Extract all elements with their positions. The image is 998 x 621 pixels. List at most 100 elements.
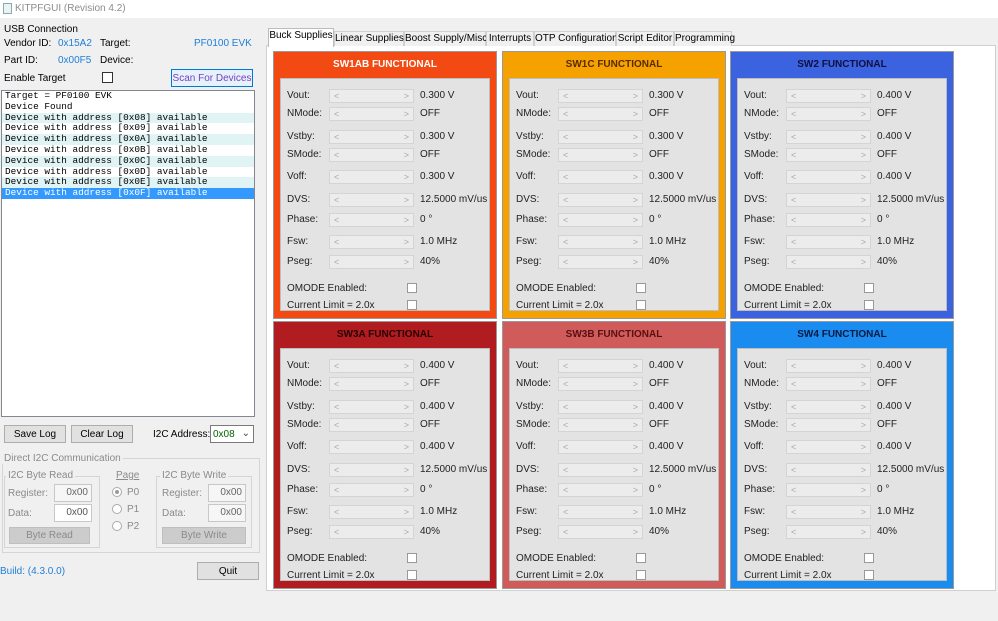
chevron-right-icon[interactable]: >: [861, 131, 866, 143]
chevron-right-icon[interactable]: >: [861, 441, 866, 453]
chevron-left-icon[interactable]: <: [563, 236, 568, 248]
chevron-left-icon[interactable]: <: [563, 464, 568, 476]
nmode-slider[interactable]: < >: [329, 377, 414, 391]
page-p0-radio[interactable]: [112, 487, 122, 497]
voff-slider[interactable]: < >: [329, 440, 414, 454]
nmode-slider[interactable]: < >: [329, 107, 414, 121]
chevron-left-icon[interactable]: <: [791, 131, 796, 143]
chevron-right-icon[interactable]: >: [404, 419, 409, 431]
chevron-right-icon[interactable]: >: [404, 378, 409, 390]
chevron-left-icon[interactable]: <: [563, 401, 568, 413]
chevron-right-icon[interactable]: >: [404, 526, 409, 538]
chevron-left-icon[interactable]: <: [563, 108, 568, 120]
chevron-right-icon[interactable]: >: [633, 194, 638, 206]
byte-read-button[interactable]: Byte Read: [9, 527, 90, 544]
chevron-left-icon[interactable]: <: [334, 171, 339, 183]
fsw-slider[interactable]: < >: [558, 235, 643, 249]
log-line[interactable]: Device with address [0x0C] available: [2, 155, 254, 167]
chevron-left-icon[interactable]: <: [791, 441, 796, 453]
vstby-slider[interactable]: < >: [786, 400, 871, 414]
omode-checkbox[interactable]: [407, 283, 417, 293]
chevron-right-icon[interactable]: >: [633, 256, 638, 268]
chevron-left-icon[interactable]: <: [563, 526, 568, 538]
smode-slider[interactable]: < >: [329, 148, 414, 162]
chevron-right-icon[interactable]: >: [633, 360, 638, 372]
chevron-right-icon[interactable]: >: [404, 441, 409, 453]
chevron-right-icon[interactable]: >: [861, 464, 866, 476]
voff-slider[interactable]: < >: [329, 170, 414, 184]
current-limit-checkbox[interactable]: [636, 570, 646, 580]
tab-buck-supplies[interactable]: Buck Supplies: [268, 28, 334, 47]
chevron-left-icon[interactable]: <: [334, 236, 339, 248]
chevron-right-icon[interactable]: >: [633, 419, 638, 431]
chevron-left-icon[interactable]: <: [334, 378, 339, 390]
chevron-right-icon[interactable]: >: [633, 214, 638, 226]
chevron-left-icon[interactable]: <: [791, 90, 796, 102]
chevron-right-icon[interactable]: >: [861, 90, 866, 102]
chevron-right-icon[interactable]: >: [861, 194, 866, 206]
chevron-left-icon[interactable]: <: [791, 171, 796, 183]
chevron-left-icon[interactable]: <: [563, 214, 568, 226]
chevron-left-icon[interactable]: <: [791, 464, 796, 476]
nmode-slider[interactable]: < >: [786, 377, 871, 391]
chevron-left-icon[interactable]: <: [334, 419, 339, 431]
chevron-left-icon[interactable]: <: [334, 214, 339, 226]
dvs-slider[interactable]: < >: [558, 463, 643, 477]
chevron-right-icon[interactable]: >: [861, 214, 866, 226]
tab-linear-supplies[interactable]: Linear Supplies: [334, 31, 404, 46]
chevron-right-icon[interactable]: >: [861, 378, 866, 390]
chevron-left-icon[interactable]: <: [334, 484, 339, 496]
fsw-slider[interactable]: < >: [558, 505, 643, 519]
chevron-left-icon[interactable]: <: [563, 419, 568, 431]
phase-slider[interactable]: < >: [558, 213, 643, 227]
pseg-slider[interactable]: < >: [558, 525, 643, 539]
chevron-right-icon[interactable]: >: [404, 506, 409, 518]
smode-slider[interactable]: < >: [786, 418, 871, 432]
chevron-left-icon[interactable]: <: [791, 256, 796, 268]
chevron-right-icon[interactable]: >: [633, 506, 638, 518]
byte-write-button[interactable]: Byte Write: [162, 527, 246, 544]
chevron-right-icon[interactable]: >: [404, 484, 409, 496]
enable-target-checkbox[interactable]: [102, 72, 113, 83]
read-data-field[interactable]: 0x00: [54, 504, 92, 522]
clear-log-button[interactable]: Clear Log: [71, 425, 133, 443]
chevron-right-icon[interactable]: >: [404, 108, 409, 120]
voff-slider[interactable]: < >: [786, 170, 871, 184]
chevron-left-icon[interactable]: <: [563, 484, 568, 496]
vout-slider[interactable]: < >: [558, 359, 643, 373]
chevron-right-icon[interactable]: >: [861, 401, 866, 413]
chevron-right-icon[interactable]: >: [861, 419, 866, 431]
chevron-left-icon[interactable]: <: [334, 256, 339, 268]
chevron-left-icon[interactable]: <: [791, 506, 796, 518]
omode-checkbox[interactable]: [864, 283, 874, 293]
read-register-field[interactable]: 0x00: [54, 484, 92, 502]
chevron-left-icon[interactable]: <: [334, 441, 339, 453]
chevron-left-icon[interactable]: <: [334, 464, 339, 476]
chevron-right-icon[interactable]: >: [633, 464, 638, 476]
chevron-left-icon[interactable]: <: [334, 108, 339, 120]
tab-otp-configuration[interactable]: OTP Configuration: [534, 31, 618, 46]
chevron-left-icon[interactable]: <: [563, 256, 568, 268]
vout-slider[interactable]: < >: [329, 89, 414, 103]
chevron-right-icon[interactable]: >: [633, 526, 638, 538]
dvs-slider[interactable]: < >: [329, 463, 414, 477]
chevron-right-icon[interactable]: >: [861, 506, 866, 518]
phase-slider[interactable]: < >: [329, 483, 414, 497]
omode-checkbox[interactable]: [864, 553, 874, 563]
dvs-slider[interactable]: < >: [786, 463, 871, 477]
current-limit-checkbox[interactable]: [407, 300, 417, 310]
current-limit-checkbox[interactable]: [864, 570, 874, 580]
tab-programming[interactable]: Programming: [674, 31, 735, 46]
chevron-right-icon[interactable]: >: [633, 401, 638, 413]
dvs-slider[interactable]: < >: [558, 193, 643, 207]
chevron-left-icon[interactable]: <: [791, 108, 796, 120]
voff-slider[interactable]: < >: [558, 440, 643, 454]
chevron-left-icon[interactable]: <: [334, 131, 339, 143]
omode-checkbox[interactable]: [636, 553, 646, 563]
chevron-right-icon[interactable]: >: [861, 171, 866, 183]
chevron-right-icon[interactable]: >: [404, 194, 409, 206]
chevron-right-icon[interactable]: >: [404, 256, 409, 268]
chevron-left-icon[interactable]: <: [563, 360, 568, 372]
chevron-left-icon[interactable]: <: [791, 236, 796, 248]
chevron-left-icon[interactable]: <: [563, 378, 568, 390]
